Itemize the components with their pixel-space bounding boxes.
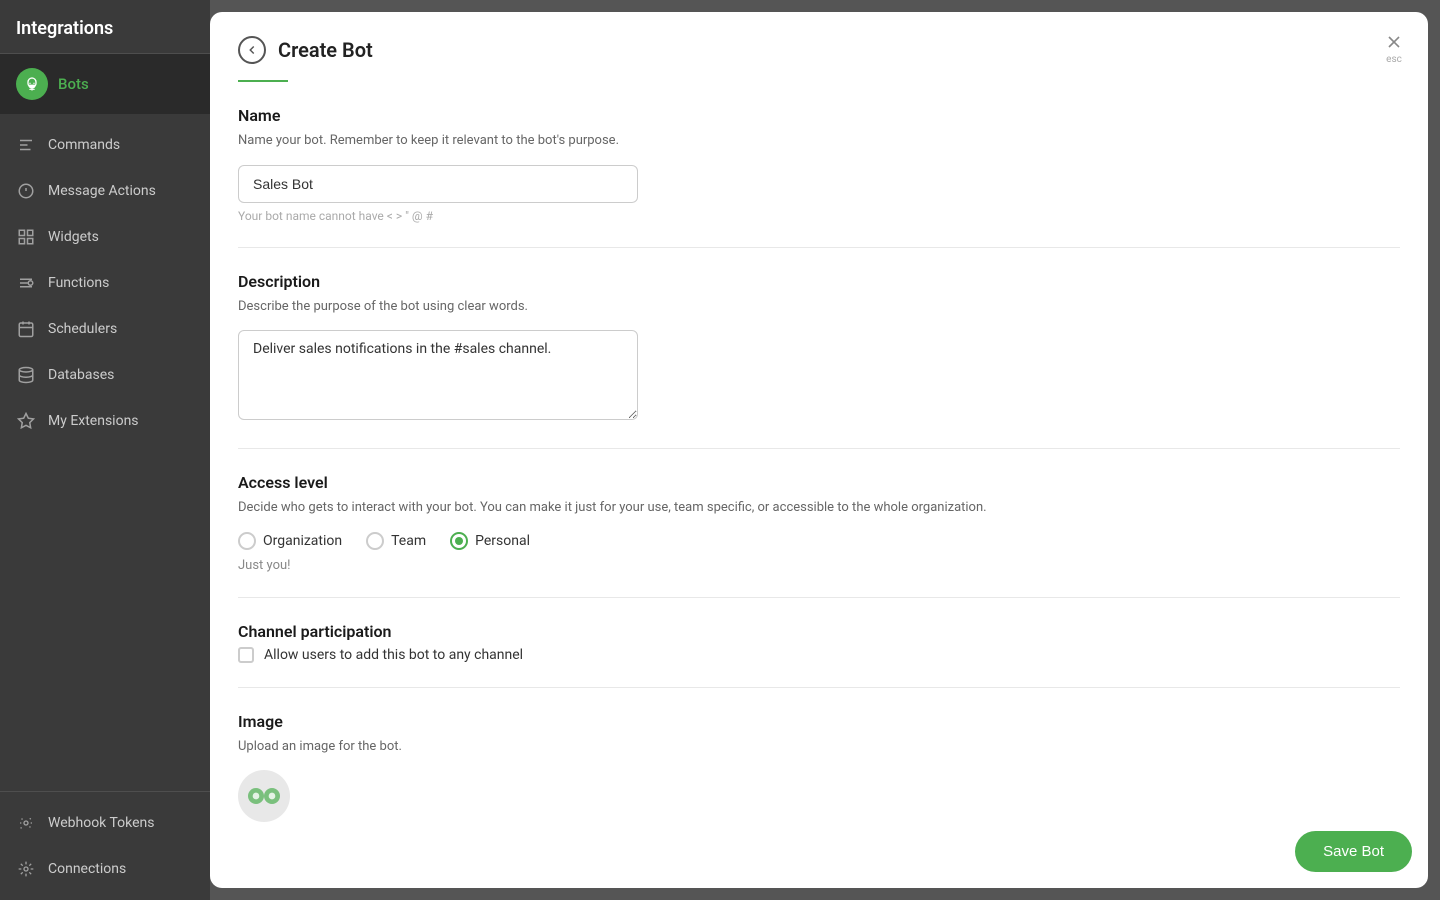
radio-team[interactable]: Team: [366, 532, 426, 550]
sidebar-widgets-label: Widgets: [48, 229, 99, 245]
sidebar-item-bots[interactable]: Bots: [0, 54, 210, 114]
access-hint: Just you!: [238, 558, 1400, 573]
sidebar-header: Integrations: [0, 0, 210, 54]
modal-header: Create Bot esc: [210, 12, 1428, 80]
sidebar-my-extensions-label: My Extensions: [48, 413, 139, 429]
my-extensions-icon: [16, 411, 36, 431]
main-panel: Create Bot esc Name Name your bot. Remem…: [210, 12, 1428, 888]
radio-organization[interactable]: Organization: [238, 532, 342, 550]
save-button[interactable]: Save Bot: [1295, 831, 1412, 872]
channel-participation-checkbox-row: Allow users to add this bot to any chann…: [238, 647, 1400, 663]
divider-1: [238, 247, 1400, 248]
image-label: Image: [238, 712, 1400, 731]
radio-team-input[interactable]: [366, 532, 384, 550]
radio-personal-label: Personal: [475, 533, 530, 549]
functions-icon: [16, 273, 36, 293]
sidebar-databases-label: Databases: [48, 367, 114, 383]
connections-icon: [16, 859, 36, 879]
channel-participation-section: Channel participation Allow users to add…: [238, 622, 1400, 663]
sidebar-item-message-actions[interactable]: Message Actions: [0, 168, 210, 214]
sidebar-title: Integrations: [16, 18, 113, 39]
description-section: Description Describe the purpose of the …: [238, 272, 1400, 425]
sidebar-bots-label: Bots: [58, 75, 89, 93]
sidebar-webhook-tokens-label: Webhook Tokens: [48, 815, 154, 831]
bot-avatar[interactable]: [238, 770, 290, 822]
radio-organization-input[interactable]: [238, 532, 256, 550]
description-label: Description: [238, 272, 1400, 291]
access-level-label: Access level: [238, 473, 1400, 492]
form-content: Name Name your bot. Remember to keep it …: [210, 82, 1428, 846]
name-section: Name Name your bot. Remember to keep it …: [238, 106, 1400, 223]
image-section: Image Upload an image for the bot.: [238, 712, 1400, 823]
sidebar-item-widgets[interactable]: Widgets: [0, 214, 210, 260]
access-level-section: Access level Decide who gets to interact…: [238, 473, 1400, 573]
message-actions-icon: [16, 181, 36, 201]
webhook-tokens-icon: [16, 813, 36, 833]
image-desc: Upload an image for the bot.: [238, 737, 1400, 757]
description-input[interactable]: [238, 330, 638, 420]
sidebar-schedulers-label: Schedulers: [48, 321, 117, 337]
sidebar-item-functions[interactable]: Functions: [0, 260, 210, 306]
divider-2: [238, 448, 1400, 449]
channel-participation-checkbox-label: Allow users to add this bot to any chann…: [264, 647, 523, 663]
radio-personal-input[interactable]: [450, 532, 468, 550]
sidebar-message-actions-label: Message Actions: [48, 183, 156, 199]
sidebar-functions-label: Functions: [48, 275, 109, 291]
sidebar-item-webhook-tokens[interactable]: Webhook Tokens: [0, 800, 210, 846]
name-hint: Your bot name cannot have < > " @ #: [238, 209, 1400, 223]
channel-participation-label: Channel participation: [238, 622, 1400, 641]
sidebar-bottom: Webhook Tokens Connections: [0, 791, 210, 900]
back-button[interactable]: [238, 36, 266, 64]
sidebar-connections-label: Connections: [48, 861, 126, 877]
radio-organization-label: Organization: [263, 533, 342, 549]
schedulers-icon: [16, 319, 36, 339]
access-level-desc: Decide who gets to interact with your bo…: [238, 498, 1400, 518]
description-desc: Describe the purpose of the bot using cl…: [238, 297, 1400, 317]
close-button[interactable]: esc: [1384, 32, 1404, 65]
sidebar: Integrations Bots Commands: [0, 0, 210, 900]
sidebar-item-databases[interactable]: Databases: [0, 352, 210, 398]
modal-title: Create Bot: [278, 38, 373, 62]
divider-4: [238, 687, 1400, 688]
radio-team-label: Team: [391, 533, 426, 549]
sidebar-item-connections[interactable]: Connections: [0, 846, 210, 892]
bots-icon: [16, 68, 48, 100]
commands-icon: [16, 135, 36, 155]
channel-participation-checkbox[interactable]: [238, 647, 254, 663]
sidebar-item-schedulers[interactable]: Schedulers: [0, 306, 210, 352]
sidebar-nav: Commands Message Actions Widgets: [0, 114, 210, 791]
databases-icon: [16, 365, 36, 385]
sidebar-item-my-extensions[interactable]: My Extensions: [0, 398, 210, 444]
radio-personal[interactable]: Personal: [450, 532, 530, 550]
sidebar-item-commands[interactable]: Commands: [0, 122, 210, 168]
sidebar-commands-label: Commands: [48, 137, 120, 153]
access-level-radio-group: Organization Team Personal: [238, 532, 1400, 550]
divider-3: [238, 597, 1400, 598]
widgets-icon: [16, 227, 36, 247]
name-description: Name your bot. Remember to keep it relev…: [238, 131, 1400, 151]
name-input[interactable]: [238, 165, 638, 203]
close-esc-label: esc: [1386, 54, 1402, 65]
name-label: Name: [238, 106, 1400, 125]
